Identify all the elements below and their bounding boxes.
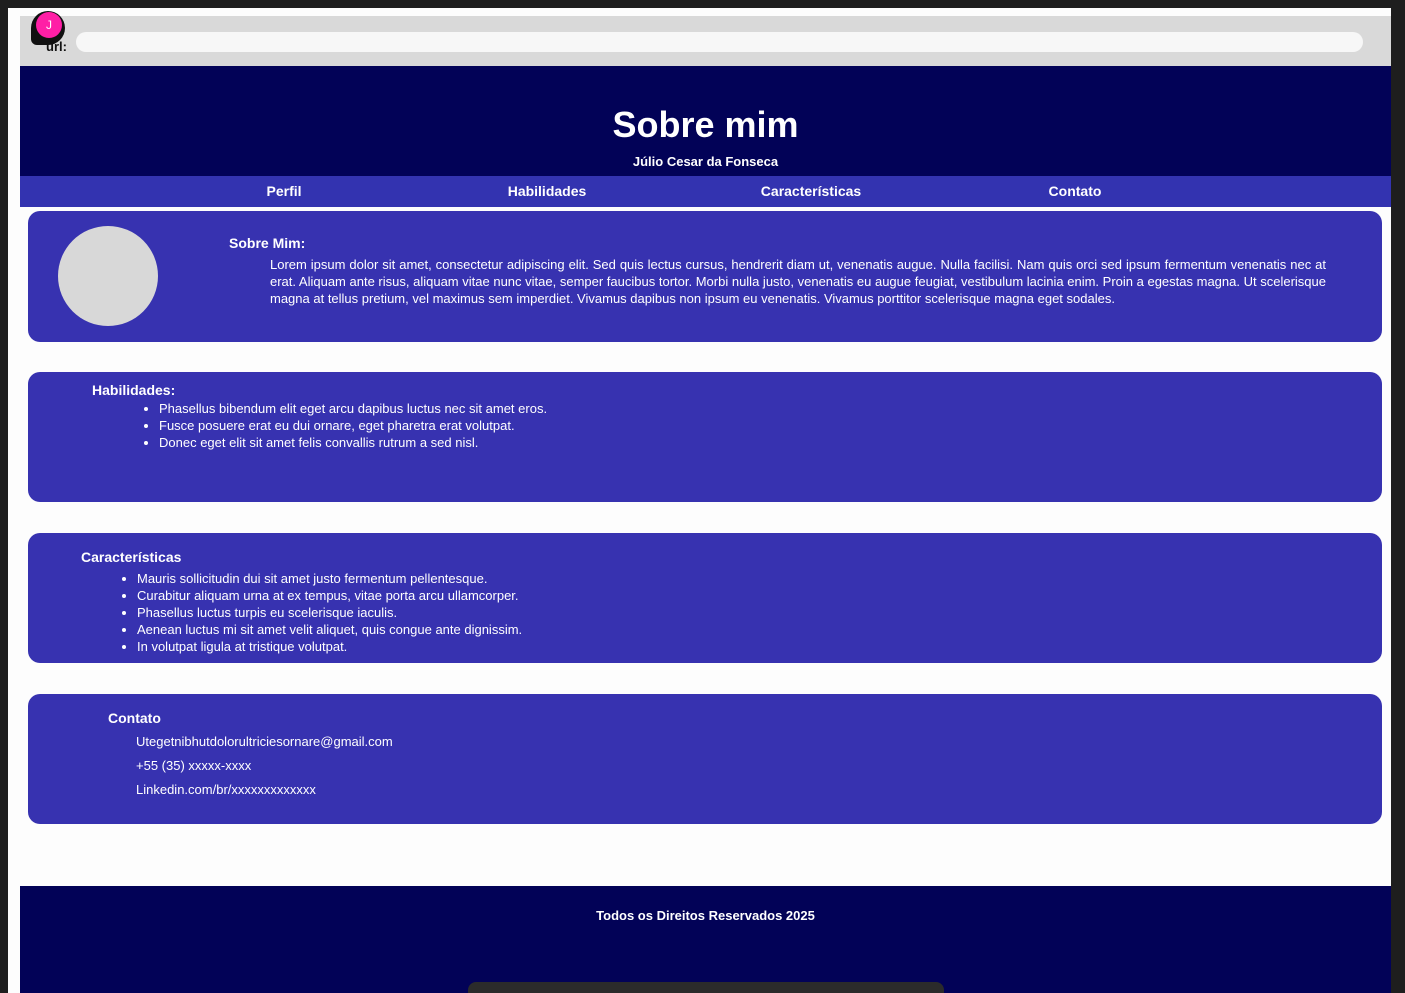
nav-item-caracteristicas[interactable]: Características	[761, 183, 861, 199]
list-item: Phasellus bibendum elit eget arcu dapibu…	[159, 400, 547, 417]
contact-linkedin: Linkedin.com/br/xxxxxxxxxxxxx	[136, 782, 316, 797]
skills-heading: Habilidades:	[92, 382, 176, 398]
traits-heading: Características	[81, 549, 182, 565]
contact-phone: +55 (35) xxxxx-xxxx	[136, 758, 252, 773]
contact-card: Contato Utegetnibhutdolorultriciesornare…	[28, 694, 1382, 824]
taskbar	[468, 982, 944, 993]
footer-copyright: Todos os Direitos Reservados 2025	[596, 908, 815, 923]
list-item: In volutpat ligula at tristique volutpat…	[137, 638, 522, 655]
nav-item-contato[interactable]: Contato	[1049, 183, 1102, 199]
skills-card: Habilidades: Phasellus bibendum elit ege…	[28, 372, 1382, 502]
list-item: Mauris sollicitudin dui sit amet justo f…	[137, 570, 522, 587]
about-text: Lorem ipsum dolor sit amet, consectetur …	[270, 257, 1326, 306]
nav-item-perfil[interactable]: Perfil	[266, 183, 301, 199]
about-heading: Sobre Mim:	[229, 235, 306, 251]
profile-avatar[interactable]: J	[31, 11, 65, 45]
site-header: Sobre mim Júlio Cesar da Fonseca	[20, 66, 1391, 176]
nav-item-habilidades[interactable]: Habilidades	[508, 183, 587, 199]
page-title: Sobre mim	[612, 104, 799, 145]
main-nav: Perfil Habilidades Características Conta…	[20, 176, 1391, 207]
page-frame: url: J Sobre mim Júlio Cesar da Fonseca …	[8, 8, 1391, 993]
contact-email: Utegetnibhutdolorultriciesornare@gmail.c…	[136, 734, 393, 749]
profile-photo	[58, 226, 158, 326]
profile-initial: J	[36, 12, 62, 38]
about-card: Sobre Mim: Lorem ipsum dolor sit amet, c…	[28, 211, 1382, 342]
skills-list: Phasellus bibendum elit eget arcu dapibu…	[159, 400, 547, 451]
list-item: Curabitur aliquam urna at ex tempus, vit…	[137, 587, 522, 604]
page-subtitle: Júlio Cesar da Fonseca	[632, 154, 779, 169]
traits-card: Características Mauris sollicitudin dui …	[28, 533, 1382, 663]
list-item: Fusce posuere erat eu dui ornare, eget p…	[159, 417, 547, 434]
list-item: Aenean luctus mi sit amet velit aliquet,…	[137, 621, 522, 638]
url-input[interactable]	[76, 32, 1363, 52]
site-footer: Todos os Direitos Reservados 2025	[20, 886, 1391, 993]
traits-list: Mauris sollicitudin dui sit amet justo f…	[137, 570, 522, 655]
list-item: Phasellus luctus turpis eu scelerisque i…	[137, 604, 522, 621]
list-item: Donec eget elit sit amet felis convallis…	[159, 434, 547, 451]
contact-heading: Contato	[108, 710, 161, 726]
